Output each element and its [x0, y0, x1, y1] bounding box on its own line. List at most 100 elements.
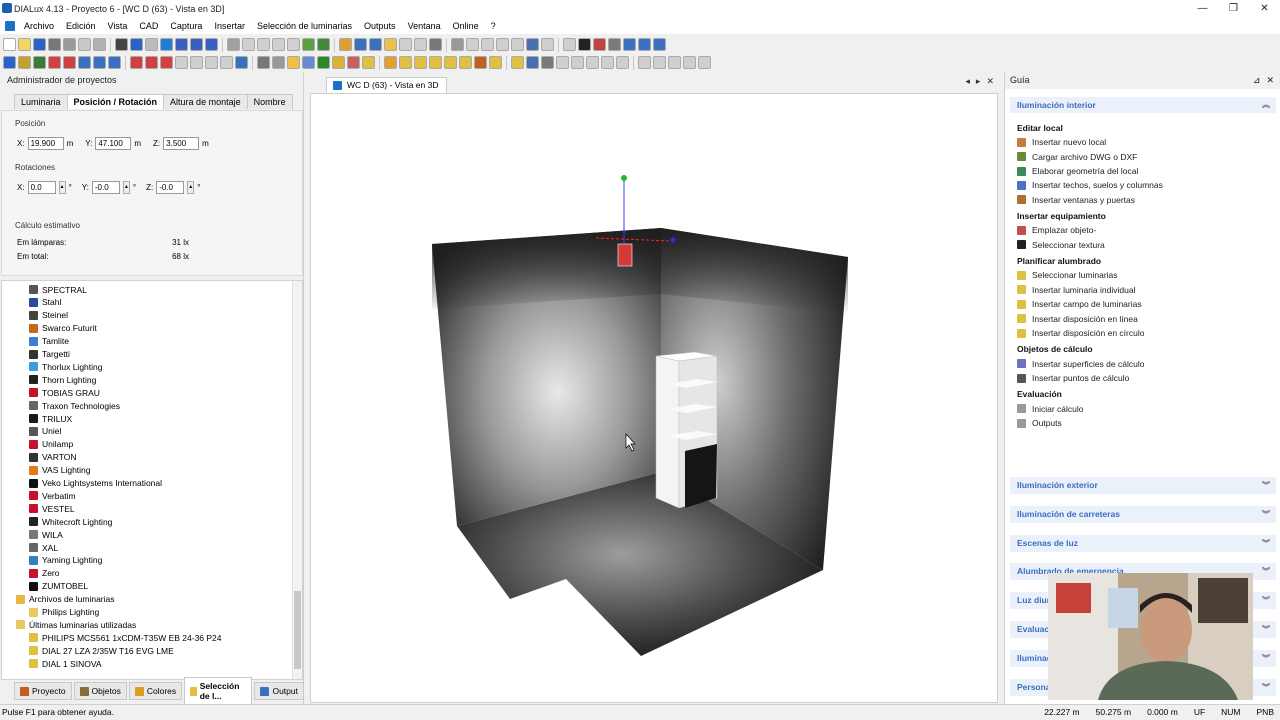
toolbar-tool-icon[interactable] — [257, 38, 270, 51]
tree-item-manufacturer[interactable]: Thorn Lighting — [29, 373, 96, 386]
toolbar-tool-icon[interactable] — [668, 56, 681, 69]
toolbar-tool-icon[interactable] — [429, 38, 442, 51]
close-guide-button[interactable]: ✕ — [1266, 72, 1274, 89]
toolbar-tool-icon[interactable] — [48, 38, 61, 51]
toolbar-tool-icon[interactable] — [354, 38, 367, 51]
close-view-button[interactable]: ✕ — [986, 76, 994, 87]
toolbar-tool-icon[interactable] — [601, 56, 614, 69]
tree-item-manufacturer[interactable]: VARTON — [29, 451, 76, 464]
guide-collapsed-section[interactable]: Escenas de luz ︾ — [1010, 534, 1276, 552]
tree-item-manufacturer[interactable]: Verbatim — [29, 489, 76, 502]
tree-item-manufacturer[interactable]: Unilamp — [29, 438, 73, 451]
pin-icon[interactable]: ⊿ — [1253, 72, 1261, 89]
toolbar-tool-icon[interactable] — [257, 56, 270, 69]
tree-folder-recent[interactable]: Últimas luminarias utilizadas — [16, 618, 136, 631]
expand-icon[interactable]: ︾ — [1262, 592, 1270, 609]
toolbar-tool-icon[interactable] — [444, 56, 457, 69]
toolbar-tool-icon[interactable] — [63, 38, 76, 51]
pos-x-input[interactable]: 19.900 — [27, 137, 64, 150]
expand-icon[interactable]: ︾ — [1262, 563, 1270, 580]
toolbar-tool-icon[interactable] — [302, 38, 315, 51]
guide-action-link[interactable]: Insertar nuevo local — [1017, 137, 1106, 147]
toolbar-tool-icon[interactable] — [48, 56, 61, 69]
guide-action-link[interactable]: Seleccionar luminarias — [1017, 270, 1118, 280]
tree-scroll-thumb[interactable] — [294, 591, 301, 669]
prev-tab-button[interactable]: ◂ — [965, 76, 970, 87]
toolbar-tool-icon[interactable] — [474, 56, 487, 69]
toolbar-tool-icon[interactable] — [242, 38, 255, 51]
toolbar-tool-icon[interactable] — [578, 38, 591, 51]
toolbar-tool-icon[interactable] — [653, 38, 666, 51]
toolbar-tool-icon[interactable] — [63, 56, 76, 69]
minimize-button[interactable]: — — [1187, 0, 1218, 17]
toolbar-tool-icon[interactable] — [586, 56, 599, 69]
tab-vista-3d[interactable]: WC D (63) - Vista en 3D — [326, 77, 448, 93]
toolbar-tool-icon[interactable] — [571, 56, 584, 69]
toolbar-tool-icon[interactable] — [302, 56, 315, 69]
toolbar-tool-icon[interactable] — [608, 38, 621, 51]
tab-colores[interactable]: Colores — [128, 682, 183, 700]
tree-item-manufacturer[interactable]: Steinel — [29, 309, 68, 322]
toolbar-tool-icon[interactable] — [93, 38, 106, 51]
tree-item-manufacturer[interactable]: VESTEL — [29, 502, 75, 515]
guide-action-link[interactable]: Insertar superficies de cálculo — [1017, 359, 1144, 369]
menu-archivo[interactable]: Archivo — [18, 21, 60, 31]
tree-item-manufacturer[interactable]: Tamlite — [29, 335, 69, 348]
toolbar-tool-icon[interactable] — [451, 38, 464, 51]
tree-folder-archive[interactable]: Archivos de luminarias — [16, 593, 115, 606]
toolbar-tool-icon[interactable] — [190, 38, 203, 51]
toolbar-tool-icon[interactable] — [414, 56, 427, 69]
menu-seleccion-luminarias[interactable]: Selección de luminarias — [251, 21, 358, 31]
toolbar-tool-icon[interactable] — [287, 56, 300, 69]
guide-action-link[interactable]: Insertar techos, suelos y columnas — [1017, 180, 1163, 190]
tree-item-manufacturer[interactable]: Targetti — [29, 348, 70, 361]
tree-item-manufacturer[interactable]: Swarco Futurit — [29, 322, 97, 335]
menu-insertar[interactable]: Insertar — [208, 21, 251, 31]
tree-item-manufacturer[interactable]: Thorlux Lighting — [29, 360, 102, 373]
toolbar-tool-icon[interactable] — [78, 38, 91, 51]
menu-vista[interactable]: Vista — [102, 21, 134, 31]
menu-edicion[interactable]: Edición — [60, 21, 102, 31]
toolbar-tool-icon[interactable] — [541, 56, 554, 69]
rot-y-spinner[interactable]: ▴ — [122, 181, 130, 194]
toolbar-tool-icon[interactable] — [384, 38, 397, 51]
toolbar-tool-icon[interactable] — [347, 56, 360, 69]
collapse-icon[interactable]: ︽ — [1262, 97, 1270, 113]
toolbar-tool-icon[interactable] — [556, 56, 569, 69]
guide-collapsed-section[interactable]: Iluminación exterior ︾ — [1010, 477, 1276, 494]
toolbar-tool-icon[interactable] — [108, 56, 121, 69]
toolbar-tool-icon[interactable] — [272, 38, 285, 51]
toolbar-tool-icon[interactable] — [130, 38, 143, 51]
expand-icon[interactable]: ︾ — [1262, 679, 1270, 696]
toolbar-tool-icon[interactable] — [339, 38, 352, 51]
tree-item-manufacturer[interactable]: Yaming Lighting — [29, 554, 102, 567]
guide-action-link[interactable]: Insertar luminaria individual — [1017, 285, 1135, 295]
toolbar-tool-icon[interactable] — [593, 38, 606, 51]
tab-proyecto[interactable]: Proyecto — [14, 682, 72, 700]
toolbar-tool-icon[interactable] — [511, 56, 524, 69]
tree-item-manufacturer[interactable]: Traxon Technologies — [29, 399, 120, 412]
toolbar-tool-icon[interactable] — [414, 38, 427, 51]
toolbar-tool-icon[interactable] — [130, 56, 143, 69]
tree-item-manufacturer[interactable]: Veko Lightsystems International — [29, 477, 162, 490]
toolbar-tool-icon[interactable] — [190, 56, 203, 69]
toolbar-tool-icon[interactable] — [93, 56, 106, 69]
toolbar-tool-icon[interactable] — [511, 38, 524, 51]
guide-collapsed-section[interactable]: Iluminación de carreteras ︾ — [1010, 505, 1276, 523]
toolbar-tool-icon[interactable] — [145, 56, 158, 69]
toolbar-tool-icon[interactable] — [496, 38, 509, 51]
guide-action-link[interactable]: Insertar puntos de cálculo — [1017, 373, 1129, 383]
menu-ventana[interactable]: Ventana — [402, 21, 447, 31]
toolbar-tool-icon[interactable] — [33, 38, 46, 51]
toolbar-tool-icon[interactable] — [638, 38, 651, 51]
tab-objetos[interactable]: Objetos — [73, 682, 127, 700]
toolbar-tool-icon[interactable] — [332, 56, 345, 69]
guide-action-link[interactable]: Cargar archivo DWG o DXF — [1017, 152, 1137, 162]
guide-action-link[interactable]: Insertar disposición en línea — [1017, 314, 1138, 324]
rot-x-spinner[interactable]: ▴ — [58, 181, 66, 194]
toolbar-tool-icon[interactable] — [3, 56, 16, 69]
toolbar-tool-icon[interactable] — [638, 56, 651, 69]
menu-captura[interactable]: Captura — [164, 21, 208, 31]
menu-help[interactable]: ? — [485, 21, 502, 31]
toolbar-tool-icon[interactable] — [287, 38, 300, 51]
